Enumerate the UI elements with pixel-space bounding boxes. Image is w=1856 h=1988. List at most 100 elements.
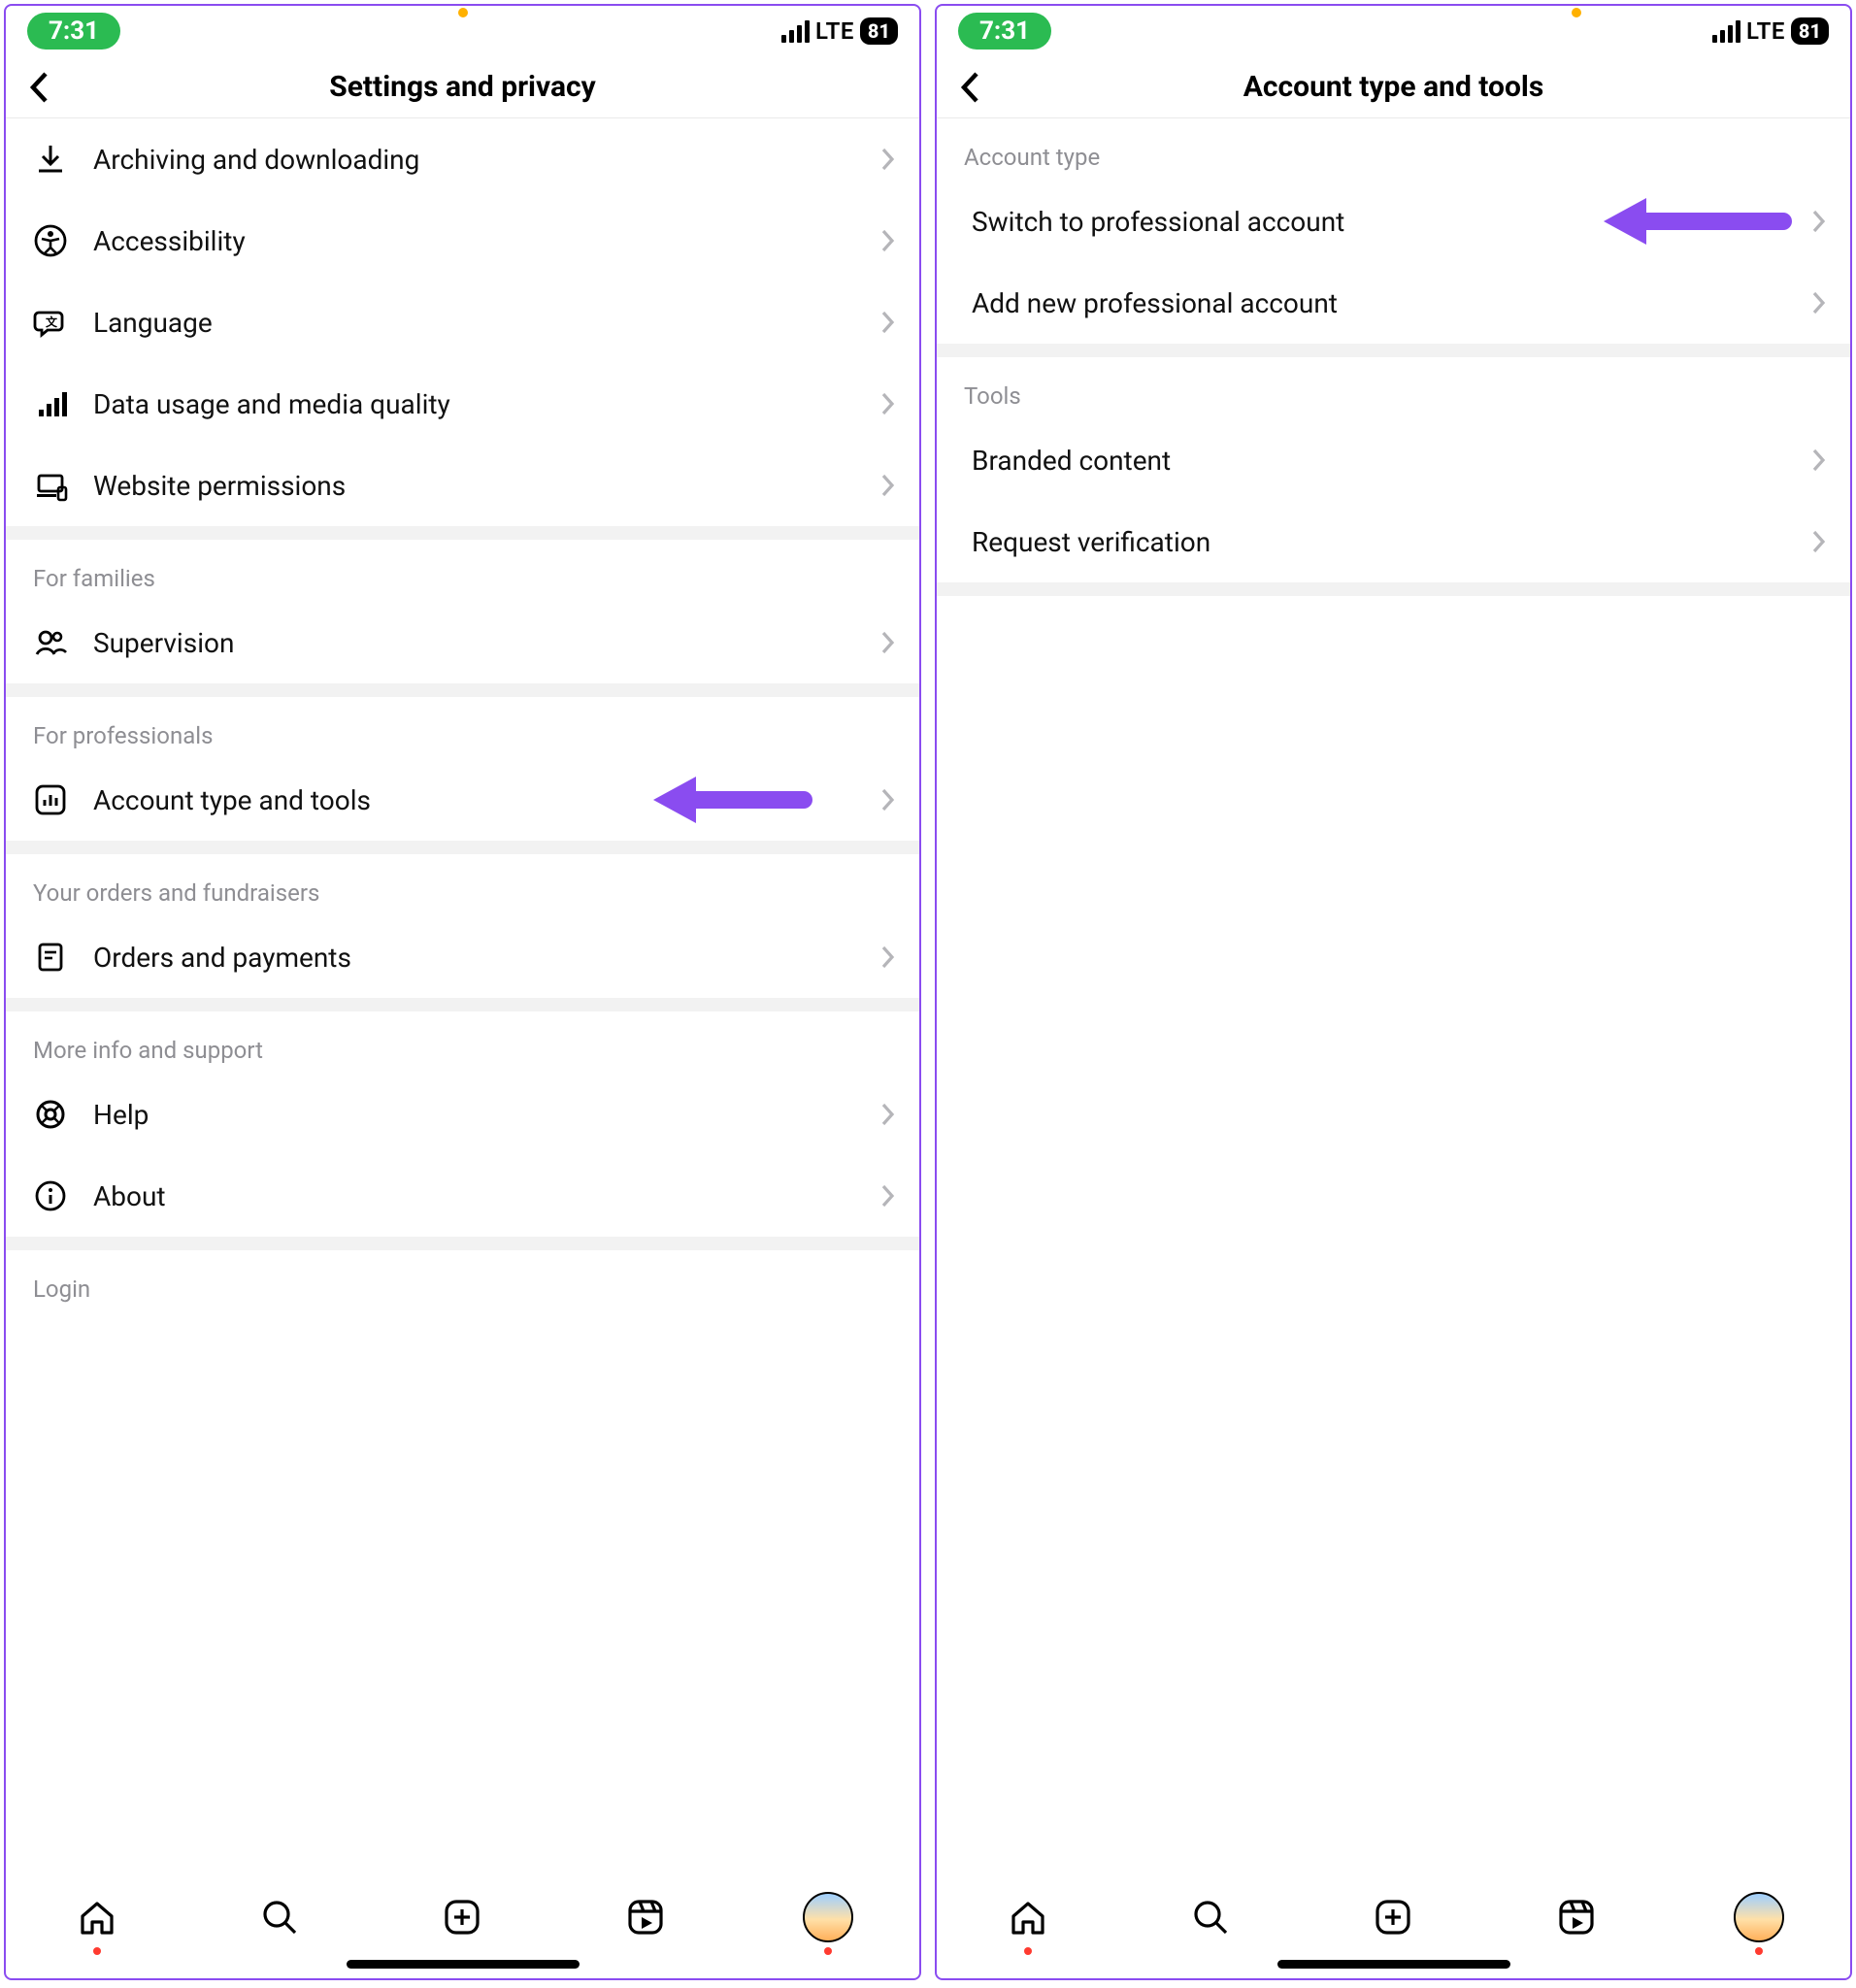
section-header-orders: Your orders and fundraisers xyxy=(6,854,919,916)
recording-indicator-dot xyxy=(1572,8,1581,17)
row-label: Branded content xyxy=(972,445,1811,477)
recording-indicator-dot xyxy=(458,8,468,17)
profile-avatar-icon xyxy=(1734,1892,1784,1942)
chevron-right-icon xyxy=(880,473,896,498)
chevron-right-icon xyxy=(1811,529,1827,554)
chevron-right-icon xyxy=(880,787,896,812)
row-label: Help xyxy=(93,1099,880,1131)
home-indicator[interactable] xyxy=(1277,1960,1510,1969)
battery-level: 81 xyxy=(1791,17,1829,45)
row-label: Archiving and downloading xyxy=(93,144,880,176)
row-label: Account type and tools xyxy=(93,784,880,816)
ring-icon xyxy=(29,1093,72,1136)
row-add-new-professional-account[interactable]: Add new professional account xyxy=(937,262,1850,344)
chevron-right-icon xyxy=(880,147,896,172)
chevron-right-icon xyxy=(880,944,896,970)
chevron-right-icon xyxy=(880,228,896,253)
row-archiving-and-downloading[interactable]: Archiving and downloading xyxy=(6,118,919,200)
status-time: 7:31 xyxy=(27,13,120,50)
access-icon xyxy=(29,219,72,262)
section-header-professionals: For professionals xyxy=(6,697,919,759)
row-label: Accessibility xyxy=(93,225,880,257)
section-header-login: Login xyxy=(6,1250,919,1312)
signal-icon xyxy=(781,20,810,43)
account-type-screen: 7:31 LTE 81 Account type and tools Accou… xyxy=(935,4,1852,1980)
chevron-right-icon xyxy=(880,391,896,416)
row-label: Switch to professional account xyxy=(972,206,1811,238)
people-icon xyxy=(29,621,72,664)
chart-icon xyxy=(29,779,72,821)
row-label: Supervision xyxy=(93,627,880,659)
battery-level: 81 xyxy=(860,17,898,45)
settings-screen: 7:31 LTE 81 Settings and privacy Archivi… xyxy=(4,4,921,1980)
network-label: LTE xyxy=(1746,17,1785,45)
nav-header: Account type and tools xyxy=(937,56,1850,118)
row-label: Request verification xyxy=(972,526,1811,558)
chevron-right-icon xyxy=(880,1102,896,1127)
row-label: Orders and payments xyxy=(93,942,880,974)
tab-home[interactable] xyxy=(69,1889,125,1945)
section-header-account-type: Account type xyxy=(937,118,1850,181)
row-label: Language xyxy=(93,307,880,339)
row-branded-content[interactable]: Branded content xyxy=(937,419,1850,501)
notification-dot-icon xyxy=(824,1947,832,1955)
row-website-permissions[interactable]: Website permissions xyxy=(6,445,919,526)
row-label: Add new professional account xyxy=(972,287,1811,319)
chevron-right-icon xyxy=(1811,209,1827,234)
status-bar: 7:31 LTE 81 xyxy=(937,6,1850,56)
back-button[interactable] xyxy=(17,66,60,109)
row-supervision[interactable]: Supervision xyxy=(6,602,919,683)
row-language[interactable]: 文 Language xyxy=(6,282,919,363)
signal-icon xyxy=(1712,20,1740,43)
tab-home[interactable] xyxy=(1000,1889,1056,1945)
row-switch-to-professional-account[interactable]: Switch to professional account xyxy=(937,181,1850,262)
section-header-support: More info and support xyxy=(6,1011,919,1074)
tab-reels[interactable] xyxy=(617,1889,674,1945)
row-accessibility[interactable]: Accessibility xyxy=(6,200,919,282)
settings-list[interactable]: Archiving and downloading Accessibility 文 L… xyxy=(6,118,919,1872)
network-label: LTE xyxy=(815,17,854,45)
status-time: 7:31 xyxy=(958,13,1051,50)
section-header-families: For families xyxy=(6,540,919,602)
status-bar: 7:31 LTE 81 xyxy=(6,6,919,56)
notification-dot-icon xyxy=(93,1947,101,1955)
tab-search[interactable] xyxy=(251,1889,308,1945)
row-data-usage-and-media-quality[interactable]: Data usage and media quality xyxy=(6,363,919,445)
page-title: Account type and tools xyxy=(991,70,1839,104)
laptop-icon xyxy=(29,464,72,507)
profile-avatar-icon xyxy=(803,1892,853,1942)
account-type-list[interactable]: Account type Switch to professional acco… xyxy=(937,118,1850,1872)
row-about[interactable]: About xyxy=(6,1155,919,1237)
back-button[interactable] xyxy=(948,66,991,109)
tab-create[interactable] xyxy=(434,1889,490,1945)
chevron-right-icon xyxy=(1811,447,1827,473)
notification-dot-icon xyxy=(1024,1947,1032,1955)
section-header-tools: Tools xyxy=(937,357,1850,419)
tab-search[interactable] xyxy=(1182,1889,1239,1945)
page-title: Settings and privacy xyxy=(60,70,908,104)
svg-text:文: 文 xyxy=(46,315,58,329)
chevron-right-icon xyxy=(1811,290,1827,315)
tab-reels[interactable] xyxy=(1548,1889,1605,1945)
info-icon xyxy=(29,1175,72,1217)
tab-profile[interactable] xyxy=(1731,1889,1787,1945)
lang-icon: 文 xyxy=(29,301,72,344)
archive-icon xyxy=(29,138,72,181)
row-orders-and-payments[interactable]: Orders and payments xyxy=(6,916,919,998)
row-help[interactable]: Help xyxy=(6,1074,919,1155)
row-label: Website permissions xyxy=(93,470,880,502)
signal-icon xyxy=(29,382,72,425)
notification-dot-icon xyxy=(1755,1947,1763,1955)
row-account-type-and-tools[interactable]: Account type and tools xyxy=(6,759,919,841)
row-request-verification[interactable]: Request verification xyxy=(937,501,1850,582)
chevron-right-icon xyxy=(880,310,896,335)
row-label: Data usage and media quality xyxy=(93,388,880,420)
tab-create[interactable] xyxy=(1365,1889,1421,1945)
doc-icon xyxy=(29,936,72,978)
chevron-right-icon xyxy=(880,1183,896,1209)
home-indicator[interactable] xyxy=(347,1960,580,1969)
tab-profile[interactable] xyxy=(800,1889,856,1945)
row-label: About xyxy=(93,1180,880,1212)
chevron-right-icon xyxy=(880,630,896,655)
nav-header: Settings and privacy xyxy=(6,56,919,118)
